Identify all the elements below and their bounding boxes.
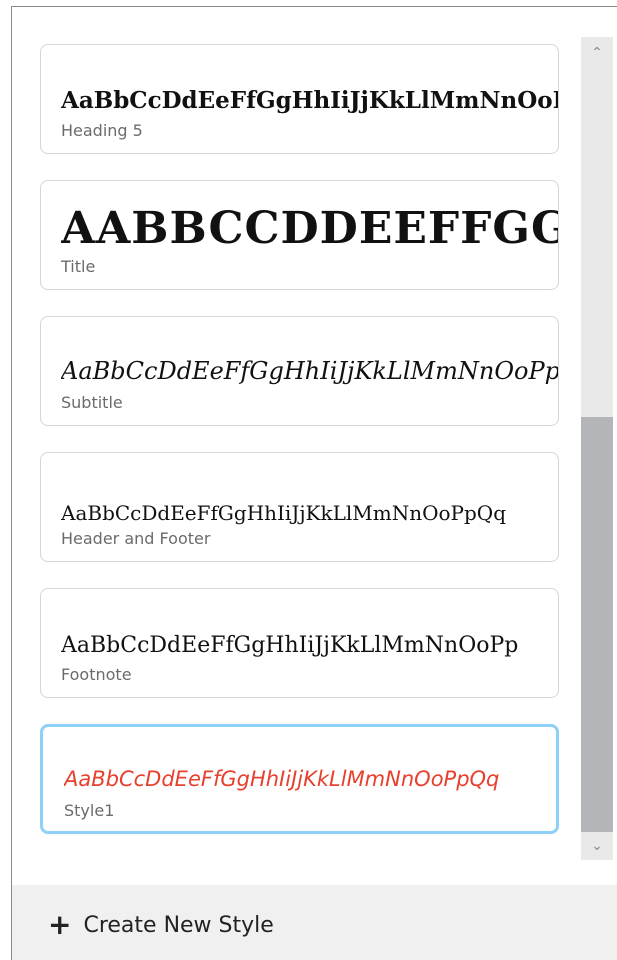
style-card-title[interactable]: AABBCCDDEEFFGGHH Title — [40, 180, 559, 290]
plus-icon: + — [48, 908, 72, 941]
style-preview: AaBbCcDdEeFfGgHhIiJjKkLlMmNnOoPpQq — [61, 501, 506, 525]
style-preview: AaBbCcDdEeFfGgHhIiJjKkLlMmNnOoPp — [61, 87, 558, 114]
style-preview: AABBCCDDEEFFGGHH — [61, 203, 558, 254]
styles-panel: AaBbCcDdEeFfGgHhIiJjKkLlMmNnOoPp Heading… — [11, 6, 617, 960]
scroll-down-icon[interactable]: ⌄ — [581, 832, 613, 860]
vertical-scrollbar[interactable]: ⌃ ⌄ — [581, 37, 613, 860]
style-card-footnote[interactable]: AaBbCcDdEeFfGgHhIiJjKkLlMmNnOoPp Footnot… — [40, 588, 559, 698]
scroll-thumb[interactable] — [581, 417, 613, 832]
style-card-header-and-footer[interactable]: AaBbCcDdEeFfGgHhIiJjKkLlMmNnOoPpQq Heade… — [40, 452, 559, 562]
style-name: Style1 — [64, 801, 115, 820]
style-card-heading-5[interactable]: AaBbCcDdEeFfGgHhIiJjKkLlMmNnOoPp Heading… — [40, 44, 559, 154]
style-name: Subtitle — [61, 393, 123, 412]
panel-footer: + Create New Style — [12, 885, 617, 960]
style-name: Heading 5 — [61, 121, 143, 140]
create-new-style-label: Create New Style — [83, 912, 274, 938]
style-name: Footnote — [61, 665, 132, 684]
style-name: Header and Footer — [61, 529, 211, 548]
create-new-style-button[interactable]: + Create New Style — [48, 907, 274, 943]
style-preview: AaBbCcDdEeFfGgHhIiJjKkLlMmNnOoPp — [61, 633, 519, 658]
style-name: Title — [61, 257, 96, 276]
style-card-subtitle[interactable]: AaBbCcDdEeFfGgHhIiJjKkLlMmNnOoPp Subtitl… — [40, 316, 559, 426]
style-preview: AaBbCcDdEeFfGgHhIiJjKkLlMmNnOoPpQq — [64, 767, 500, 791]
scroll-up-icon[interactable]: ⌃ — [581, 39, 613, 67]
style-preview: AaBbCcDdEeFfGgHhIiJjKkLlMmNnOoPp — [61, 357, 558, 385]
style-card-style1[interactable]: AaBbCcDdEeFfGgHhIiJjKkLlMmNnOoPpQq Style… — [40, 724, 559, 834]
